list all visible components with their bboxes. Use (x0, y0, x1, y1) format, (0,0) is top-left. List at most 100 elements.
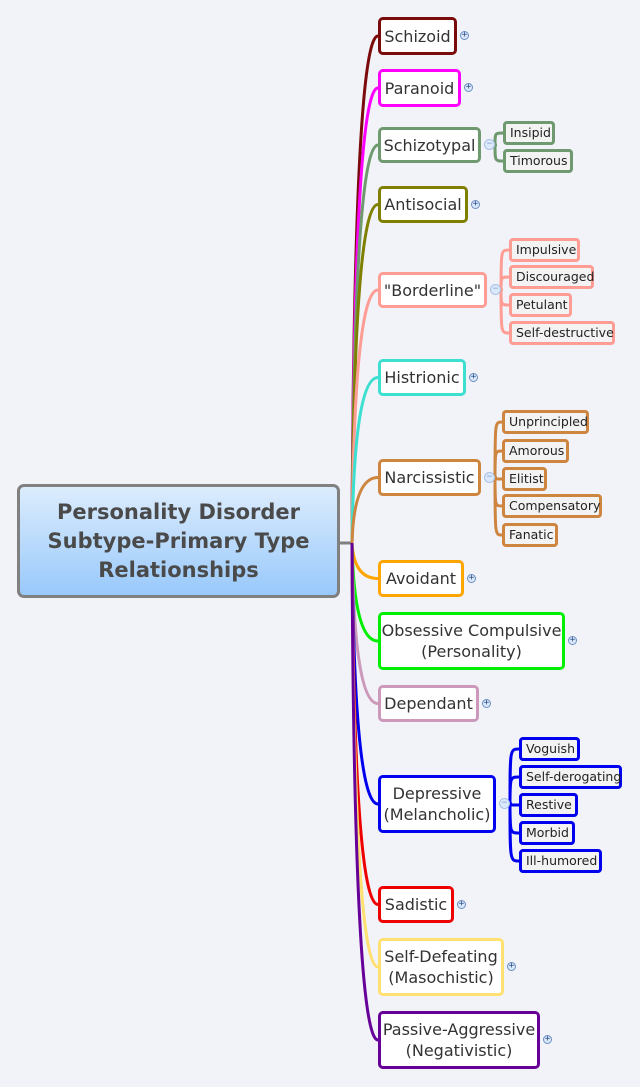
topic-label: Dependant (384, 694, 473, 713)
subtopic-compensatory[interactable]: Compensatory (502, 494, 602, 518)
topic-self-defeating[interactable]: Self-Defeating (Masochistic) (378, 938, 504, 996)
sub-connector (493, 449, 503, 478)
expand-icon[interactable]: + (482, 698, 491, 708)
collapse-icon[interactable]: − (484, 471, 495, 483)
topic-dependant[interactable]: Dependant (378, 685, 479, 722)
subtopic-self-destructive[interactable]: Self-destructive (509, 321, 615, 345)
subtopic-discouraged[interactable]: Discouraged (509, 265, 594, 289)
subtopic-self-derogating[interactable]: Self-derogating (519, 765, 622, 789)
expand-icon[interactable]: + (471, 199, 480, 209)
subtopic-label: Voguish (526, 741, 575, 756)
topic-label: "Borderline" (383, 280, 482, 300)
expand-icon[interactable]: + (568, 636, 577, 645)
topic-label: Depressive (392, 784, 482, 803)
subtopic-unprincipled[interactable]: Unprincipled (502, 410, 589, 434)
subtopic-label: Morbid (526, 825, 569, 840)
topic-label: Antisocial (384, 195, 462, 214)
topic-paranoid[interactable]: Paranoid (378, 69, 461, 107)
branch-connector-antisocial (350, 203, 379, 544)
subtopic-label: Insipid (510, 125, 551, 140)
topic-label: Passive-Aggressive (382, 1020, 536, 1039)
subtopic-voguish[interactable]: Voguish (519, 737, 580, 761)
subtopic-label: Restive (526, 797, 572, 812)
topic-label: Self-Defeating (384, 947, 498, 966)
topic-passive-aggressive[interactable]: Passive-Aggressive (Negativistic) (378, 1011, 540, 1069)
branch-connector-narcissistic (350, 476, 379, 544)
subtopic-label: Petulant (516, 297, 568, 312)
collapse-icon[interactable]: − (490, 284, 501, 295)
topic-label: (Melancholic) (383, 805, 491, 824)
topic-label: Histrionic (384, 368, 460, 387)
expand-icon[interactable]: + (469, 372, 478, 382)
subtopic-insipid[interactable]: Insipid (503, 121, 555, 145)
branch-connector-schizotypal (350, 143, 379, 544)
sub-connector (493, 477, 503, 508)
topic-depressive[interactable]: Depressive (Melancholic) (378, 775, 496, 833)
topic-label: Paranoid (384, 78, 455, 98)
sub-connector (508, 747, 520, 805)
topic-label: Schizoid (384, 26, 451, 46)
topic-label: Schizotypal (383, 135, 476, 155)
topic-label: Narcissistic (384, 468, 475, 487)
topic-schizotypal[interactable]: Schizotypal (378, 127, 481, 163)
topic-narcissistic[interactable]: Narcissistic (378, 459, 481, 496)
sub-connector (493, 477, 503, 481)
topic-antisocial[interactable]: Antisocial (378, 186, 468, 223)
sub-connector (493, 144, 504, 163)
subtopic-restive[interactable]: Restive (519, 793, 578, 817)
sub-connector (499, 275, 510, 291)
topic-borderline[interactable]: "Borderline" (378, 272, 487, 308)
subtopic-ill-humored[interactable]: Ill-humored (519, 849, 602, 873)
subtopic-petulant[interactable]: Petulant (509, 293, 572, 317)
central-topic-line: Relationships (98, 557, 259, 582)
expand-icon[interactable]: + (543, 1035, 552, 1044)
topic-histrionic[interactable]: Histrionic (378, 359, 466, 396)
topic-label: Obsessive Compulsive (381, 621, 562, 640)
branch-connector-paranoid (350, 86, 379, 544)
subtopic-label: Fanatic (509, 527, 554, 542)
subtopic-label: Self-derogating (526, 769, 622, 784)
branch-connector-self-defeating (350, 542, 379, 969)
branch-connector-obsessive-compulsive (350, 542, 379, 643)
subtopic-label: Self-destructive (516, 325, 614, 340)
topic-obsessive-compulsive[interactable]: Obsessive Compulsive (Personality) (378, 612, 565, 670)
topic-schizoid[interactable]: Schizoid (378, 17, 457, 55)
subtopic-impulsive[interactable]: Impulsive (509, 238, 580, 262)
topic-label: (Personality) (421, 642, 522, 661)
sub-connector (499, 289, 510, 335)
collapse-icon[interactable]: − (499, 798, 510, 809)
topic-avoidant[interactable]: Avoidant (378, 560, 464, 597)
branch-connector-dependant (350, 542, 379, 705)
subtopic-timorous[interactable]: Timorous (503, 149, 573, 173)
branch-connector-schizoid (350, 34, 379, 544)
topic-label: Sadistic (384, 895, 448, 914)
topic-label: (Masochistic) (388, 968, 494, 987)
subtopic-label: Amorous (509, 443, 565, 458)
topic-sadistic[interactable]: Sadistic (378, 886, 454, 923)
central-topic[interactable]: Personality Disorder Subtype-Primary Typ… (17, 484, 340, 598)
expand-icon[interactable]: + (507, 962, 516, 971)
sub-connector (508, 803, 520, 863)
expand-icon[interactable]: + (464, 83, 473, 92)
branch-connector-avoidant (350, 542, 379, 580)
branch-connector-histrionic (350, 376, 379, 544)
branch-connector-borderline (350, 288, 379, 544)
subtopic-morbid[interactable]: Morbid (519, 821, 575, 845)
sub-connector (493, 477, 503, 537)
subtopic-label: Timorous (510, 153, 568, 168)
subtopic-label: Unprincipled (509, 414, 588, 429)
collapse-icon[interactable]: − (484, 139, 495, 150)
sub-connector (508, 775, 520, 805)
branch-connector-passive-aggressive (350, 542, 379, 1042)
subtopic-label: Impulsive (516, 242, 577, 257)
expand-icon[interactable]: + (457, 899, 466, 909)
sub-connector (493, 420, 503, 478)
subtopic-elitist[interactable]: Elitist (502, 467, 547, 491)
subtopic-label: Compensatory (509, 498, 601, 513)
subtopic-amorous[interactable]: Amorous (502, 439, 569, 463)
subtopic-label: Ill-humored (526, 853, 598, 868)
sub-connector (493, 131, 504, 146)
expand-icon[interactable]: + (467, 573, 476, 583)
subtopic-fanatic[interactable]: Fanatic (502, 523, 558, 547)
expand-icon[interactable]: + (460, 31, 469, 40)
